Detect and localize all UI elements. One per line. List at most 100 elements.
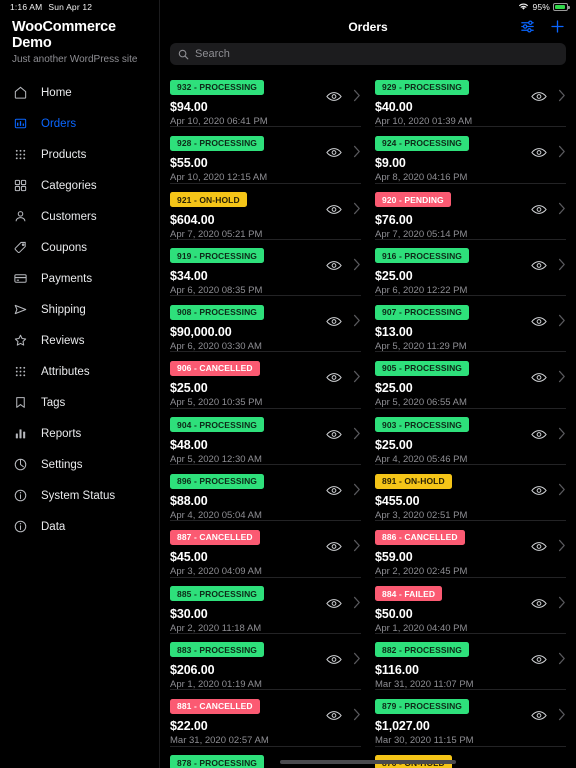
order-card[interactable]: 896 - PROCESSING $88.00 Apr 4, 2020 05:04 … [170, 465, 361, 522]
chevron-right-icon[interactable] [353, 145, 361, 160]
eye-icon[interactable] [326, 429, 342, 440]
eye-icon[interactable] [531, 372, 547, 383]
order-card[interactable]: 883 - PROCESSING $206.00 Apr 1, 2020 01:19… [170, 634, 361, 691]
eye-icon[interactable] [531, 316, 547, 327]
order-card[interactable]: 891 - ON-HOLD $455.00 Apr 3, 2020 02:51 PM [375, 465, 566, 522]
chevron-right-icon[interactable] [353, 202, 361, 217]
chevron-right-icon[interactable] [558, 708, 566, 723]
order-date: Apr 5, 2020 10:35 PM [170, 397, 263, 409]
status-badge: 916 - PROCESSING [375, 248, 470, 264]
chevron-right-icon[interactable] [353, 258, 361, 273]
order-card[interactable]: 921 - ON-HOLD $604.00 Apr 7, 2020 05:21 PM [170, 184, 361, 240]
order-card[interactable]: 932 - PROCESSING $94.00 Apr 10, 2020 06:41… [170, 71, 361, 128]
sidebar-item-tags[interactable]: Tags [0, 387, 159, 418]
chevron-right-icon[interactable] [558, 652, 566, 667]
eye-icon[interactable] [326, 260, 342, 271]
order-card[interactable]: 881 - CANCELLED $22.00 Mar 31, 2020 02:57 … [170, 690, 361, 747]
chevron-right-icon[interactable] [558, 314, 566, 329]
sidebar-item-shipping[interactable]: Shipping [0, 294, 159, 325]
chevron-right-icon[interactable] [353, 483, 361, 498]
eye-icon[interactable] [326, 710, 342, 721]
chevron-right-icon[interactable] [558, 427, 566, 442]
order-card[interactable]: 905 - PROCESSING $25.00 Apr 5, 2020 06:55 … [375, 352, 566, 409]
sidebar-item-home[interactable]: Home [0, 77, 159, 108]
order-card[interactable]: 879 - PROCESSING $1,027.00 Mar 30, 2020 11… [375, 690, 566, 747]
order-card[interactable]: 904 - PROCESSING $48.00 Apr 5, 2020 12:30 … [170, 409, 361, 466]
eye-icon[interactable] [326, 91, 342, 102]
main-panel: Orders Search 932 - PROCESSING $94.00 Ap… [160, 0, 576, 768]
sidebar-item-orders[interactable]: Orders [0, 108, 159, 139]
order-card[interactable]: 916 - PROCESSING $25.00 Apr 6, 2020 12:22 … [375, 240, 566, 297]
order-actions [531, 596, 566, 611]
eye-icon[interactable] [326, 541, 342, 552]
sidebar-item-reports[interactable]: Reports [0, 418, 159, 449]
order-date: Apr 10, 2020 06:41 PM [170, 116, 268, 127]
order-card[interactable]: 908 - PROCESSING $90,000.00 Apr 6, 2020 03… [170, 296, 361, 353]
order-card[interactable]: 878 - PROCESSING [170, 747, 361, 768]
chevron-right-icon[interactable] [353, 314, 361, 329]
eye-icon[interactable] [531, 429, 547, 440]
sidebar-item-attributes[interactable]: Attributes [0, 356, 159, 387]
chevron-right-icon[interactable] [558, 202, 566, 217]
eye-icon[interactable] [531, 485, 547, 496]
chevron-right-icon[interactable] [353, 427, 361, 442]
chevron-right-icon[interactable] [353, 370, 361, 385]
eye-icon[interactable] [326, 654, 342, 665]
eye-icon[interactable] [531, 598, 547, 609]
chevron-right-icon[interactable] [353, 89, 361, 104]
chevron-right-icon[interactable] [558, 370, 566, 385]
eye-icon[interactable] [531, 91, 547, 102]
order-card[interactable]: 882 - PROCESSING $116.00 Mar 31, 2020 11:0… [375, 634, 566, 691]
order-card[interactable]: 876 - ON-HOLD [375, 747, 566, 768]
order-card[interactable]: 886 - CANCELLED $59.00 Apr 2, 2020 02:45 P… [375, 521, 566, 578]
eye-icon[interactable] [531, 541, 547, 552]
order-card[interactable]: 884 - FAILED $50.00 Apr 1, 2020 04:40 PM [375, 578, 566, 634]
chevron-right-icon[interactable] [353, 596, 361, 611]
eye-icon[interactable] [326, 598, 342, 609]
status-bar-right: 95% [518, 0, 570, 14]
search-box[interactable] [170, 43, 566, 65]
sliders-filter-icon[interactable] [519, 18, 536, 35]
eye-icon[interactable] [531, 147, 547, 158]
order-card[interactable]: 903 - PROCESSING $25.00 Apr 4, 2020 05:46 … [375, 409, 566, 466]
eye-icon[interactable] [326, 316, 342, 327]
sidebar-item-customers[interactable]: Customers [0, 201, 159, 232]
chevron-right-icon[interactable] [353, 708, 361, 723]
order-card[interactable]: 928 - PROCESSING $55.00 Apr 10, 2020 12:15… [170, 127, 361, 184]
order-card[interactable]: 887 - CANCELLED $45.00 Apr 3, 2020 04:09 A… [170, 521, 361, 578]
eye-icon[interactable] [326, 372, 342, 383]
order-card[interactable]: 885 - PROCESSING $30.00 Apr 2, 2020 11:18 … [170, 578, 361, 634]
sidebar-item-data[interactable]: Data [0, 511, 159, 542]
chevron-right-icon[interactable] [558, 483, 566, 498]
sidebar-item-coupons[interactable]: Coupons [0, 232, 159, 263]
chevron-right-icon[interactable] [558, 145, 566, 160]
sidebar-item-categories[interactable]: Categories [0, 170, 159, 201]
order-date: Mar 31, 2020 11:07 PM [375, 678, 474, 690]
sidebar-item-products[interactable]: Products [0, 139, 159, 170]
eye-icon[interactable] [326, 204, 342, 215]
chevron-right-icon[interactable] [558, 539, 566, 554]
sidebar-item-payments[interactable]: Payments [0, 263, 159, 294]
eye-icon[interactable] [326, 147, 342, 158]
order-card[interactable]: 906 - CANCELLED $25.00 Apr 5, 2020 10:35 P… [170, 352, 361, 409]
order-card[interactable]: 924 - PROCESSING $9.00 Apr 8, 2020 04:16 P… [375, 127, 566, 184]
sidebar-item-reviews[interactable]: Reviews [0, 325, 159, 356]
chevron-right-icon[interactable] [558, 89, 566, 104]
order-card[interactable]: 907 - PROCESSING $13.00 Apr 5, 2020 11:29 … [375, 296, 566, 353]
order-card[interactable]: 920 - PENDING $76.00 Apr 7, 2020 05:14 PM [375, 184, 566, 240]
eye-icon[interactable] [531, 204, 547, 215]
sidebar-item-system-status[interactable]: System Status [0, 480, 159, 511]
order-card[interactable]: 929 - PROCESSING $40.00 Apr 10, 2020 01:39… [375, 71, 566, 128]
sidebar-item-settings[interactable]: Settings [0, 449, 159, 480]
eye-icon[interactable] [531, 654, 547, 665]
search-input[interactable] [195, 48, 558, 60]
chevron-right-icon[interactable] [558, 258, 566, 273]
chevron-right-icon[interactable] [353, 652, 361, 667]
chevron-right-icon[interactable] [558, 596, 566, 611]
order-card[interactable]: 919 - PROCESSING $34.00 Apr 6, 2020 08:35 … [170, 240, 361, 297]
eye-icon[interactable] [531, 710, 547, 721]
chevron-right-icon[interactable] [353, 539, 361, 554]
eye-icon[interactable] [531, 260, 547, 271]
plus-icon[interactable] [549, 18, 566, 35]
eye-icon[interactable] [326, 485, 342, 496]
